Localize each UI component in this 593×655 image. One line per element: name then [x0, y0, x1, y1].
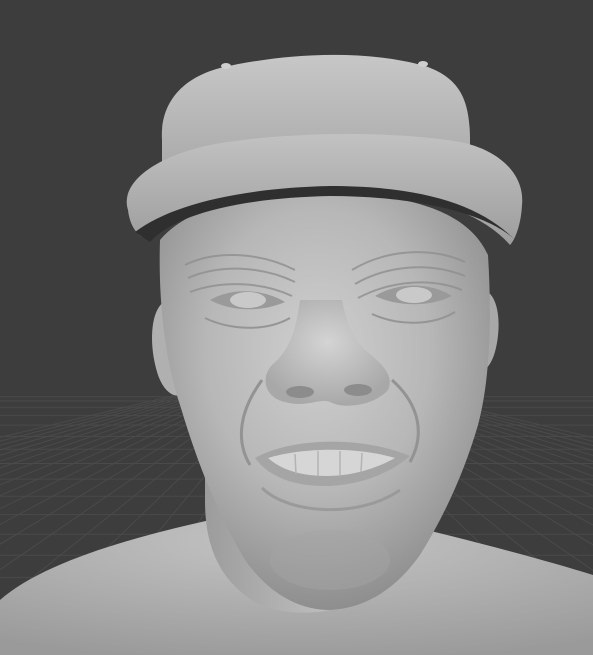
viewport-canvas[interactable] — [0, 0, 593, 655]
3d-viewport[interactable] — [0, 0, 593, 655]
